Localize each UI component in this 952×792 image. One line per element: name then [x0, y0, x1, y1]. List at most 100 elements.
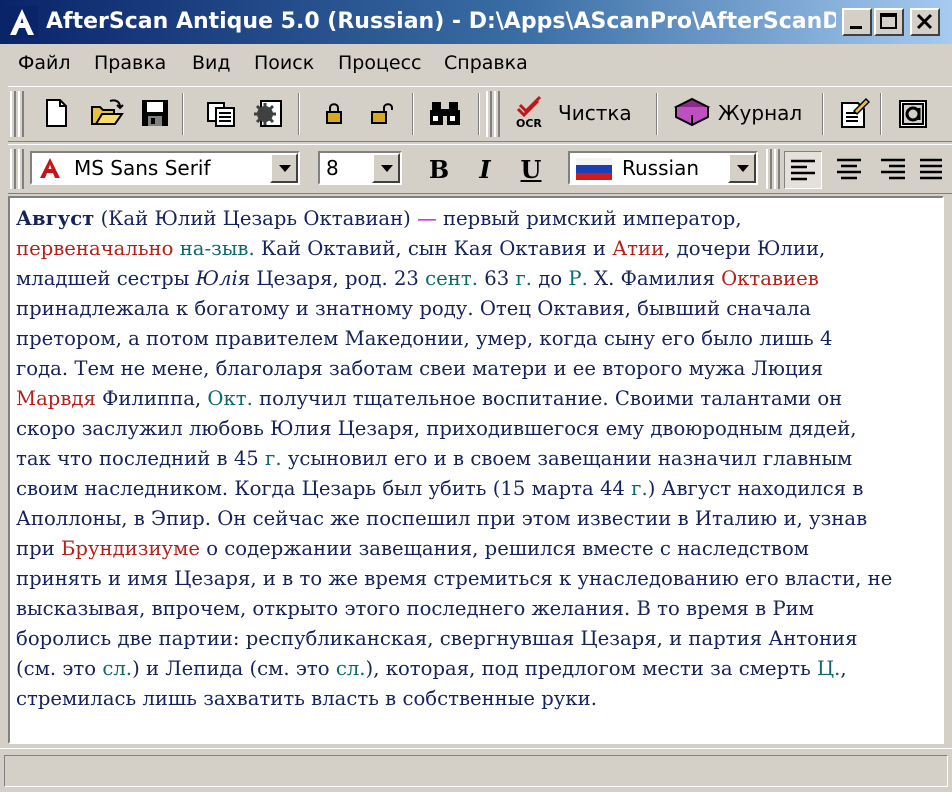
- text-line[interactable]: Марвдя Филиппа, Окт. получил тщательное …: [16, 384, 936, 414]
- text-segment: первеначально: [16, 237, 174, 260]
- text-line[interactable]: года. Тем не мене, благоларя заботам све…: [16, 354, 936, 384]
- app-window: AfterScan Antique 5.0 (Russian) - D:\App…: [0, 0, 952, 792]
- settings-button[interactable]: [246, 91, 290, 135]
- text-line[interactable]: скоро заслужил любовь Юлия Цезаря, прихо…: [16, 414, 936, 444]
- close-button[interactable]: [910, 8, 940, 36]
- toolbar-grip[interactable]: [486, 91, 492, 137]
- clean-button[interactable]: OCR Чистка: [510, 91, 650, 135]
- lock-button[interactable]: [312, 91, 356, 135]
- toolbar-grip[interactable]: [494, 91, 500, 137]
- spell-check-button[interactable]: [890, 91, 934, 135]
- font-size-select[interactable]: 8: [318, 151, 402, 185]
- close-icon: [916, 13, 933, 30]
- underline-button[interactable]: U: [512, 151, 550, 189]
- text-segment: 63: [477, 267, 516, 290]
- toolbar-grip[interactable]: [18, 149, 24, 189]
- text-segment: стремилась лишь захватить власть в собст…: [16, 687, 597, 710]
- align-right-button[interactable]: [874, 151, 912, 189]
- text-line[interactable]: стремилась лишь захватить власть в собст…: [16, 684, 936, 714]
- text-line[interactable]: претором, а потом правителем Македонии, …: [16, 324, 936, 354]
- open-button[interactable]: [84, 91, 128, 135]
- menu-search[interactable]: Поиск: [254, 50, 314, 76]
- text-line[interactable]: (см. это сл.) и Лепида (см. это сл.), ко…: [16, 654, 936, 684]
- copy-pages-icon: [207, 102, 235, 127]
- new-file-button[interactable]: [34, 91, 78, 135]
- minimize-icon: [850, 26, 862, 29]
- text-line[interactable]: принять и имя Цезаря, и в то же время ст…: [16, 564, 936, 594]
- text-segment: ,: [840, 657, 847, 680]
- font-a-icon: [40, 158, 60, 178]
- justify-icon: [920, 158, 942, 180]
- text-segment: до: [532, 267, 569, 290]
- text-segment: г.: [631, 477, 648, 500]
- toolbar-separator: [880, 93, 882, 135]
- text-segment: боролись две партии: республиканская, св…: [16, 627, 858, 650]
- status-panel: [4, 755, 948, 787]
- text-segment: ) Август находился в: [647, 477, 864, 500]
- font-size-dropdown[interactable]: [372, 153, 400, 183]
- title-bar[interactable]: AfterScan Antique 5.0 (Russian) - D:\App…: [0, 0, 952, 44]
- menu-view[interactable]: Вид: [192, 50, 231, 76]
- text-line[interactable]: младшей сестры Юлія Цезаря, род. 23 сент…: [16, 264, 936, 294]
- align-left-button[interactable]: [784, 151, 822, 189]
- align-center-icon: [837, 158, 861, 180]
- language-dropdown[interactable]: [728, 153, 756, 183]
- italic-button[interactable]: I: [466, 151, 504, 189]
- text-line[interactable]: так что последний в 45 г. усыновил его и…: [16, 444, 936, 474]
- bold-button[interactable]: B: [420, 151, 458, 189]
- toolbar-grip[interactable]: [18, 91, 24, 137]
- lock-open-icon: [371, 103, 393, 124]
- text-segment: так что последний в 45: [16, 447, 266, 470]
- language-value: Russian: [622, 156, 700, 180]
- status-bar: [0, 748, 952, 792]
- align-center-button[interactable]: [830, 151, 868, 189]
- font-name-select[interactable]: MS Sans Serif: [30, 151, 300, 185]
- toolbar-grip[interactable]: [774, 149, 780, 189]
- unlock-button[interactable]: [360, 91, 404, 135]
- settings-gear-icon: [254, 100, 282, 127]
- text-segment: принадлежала к богатому и знатному роду.…: [16, 297, 811, 320]
- font-name-dropdown[interactable]: [270, 153, 298, 183]
- text-line[interactable]: высказывая, впрочем, открыто этого после…: [16, 594, 936, 624]
- toolbar-separator: [412, 93, 414, 135]
- toolbar-separator: [822, 93, 824, 135]
- document-editor[interactable]: Август (Кай Юлий Цезарь Октавиан) — перв…: [8, 196, 944, 744]
- text-line[interactable]: Аполлоны, в Эпир. Он сейчас же поспешил …: [16, 504, 936, 534]
- menu-process[interactable]: Процесс: [338, 50, 422, 76]
- toolbar-grip[interactable]: [766, 149, 772, 189]
- toolbar-separator: [656, 93, 658, 135]
- app-icon: [6, 6, 38, 38]
- toolbar-grip[interactable]: [10, 91, 16, 137]
- menu-help[interactable]: Справка: [444, 50, 528, 76]
- maximize-button[interactable]: [874, 8, 904, 36]
- minimize-button[interactable]: [842, 8, 872, 36]
- document-text[interactable]: Август (Кай Юлий Цезарь Октавиан) — перв…: [16, 204, 936, 714]
- text-line[interactable]: своим наследником. Когда Цезарь был убит…: [16, 474, 936, 504]
- menu-file[interactable]: Файл: [18, 50, 71, 76]
- open-folder-icon: [91, 99, 124, 125]
- text-segment: младшей сестры: [16, 267, 196, 290]
- text-segment: получил тщательное воспитание. Своими та…: [252, 387, 843, 410]
- text-line[interactable]: принадлежала к богатому и знатному роду.…: [16, 294, 936, 324]
- text-segment: Октавиев: [721, 267, 819, 290]
- journal-button[interactable]: Журнал: [666, 91, 816, 135]
- save-button[interactable]: [132, 91, 176, 135]
- window-title: AfterScan Antique 5.0 (Russian) - D:\App…: [46, 9, 836, 34]
- menu-edit[interactable]: Правка: [94, 50, 166, 76]
- text-line[interactable]: боролись две партии: республиканская, св…: [16, 624, 936, 654]
- find-button[interactable]: [422, 91, 466, 135]
- copy-pages-button[interactable]: [198, 91, 242, 135]
- text-segment: (см. это: [16, 657, 103, 680]
- edit-page-button[interactable]: [830, 91, 874, 135]
- justify-button[interactable]: [918, 151, 942, 189]
- language-select[interactable]: Russian: [568, 151, 758, 185]
- text-line[interactable]: при Брундизиуме о содержании завещания, …: [16, 534, 936, 564]
- text-line[interactable]: Август (Кай Юлий Цезарь Октавиан) — перв…: [16, 204, 936, 234]
- text-segment: Атии: [612, 237, 665, 260]
- binoculars-icon: [430, 102, 460, 125]
- text-segment: года. Тем не мене, благоларя заботам све…: [16, 357, 824, 380]
- format-toolbar: MS Sans Serif 8 B I U Russian: [8, 144, 952, 194]
- text-line[interactable]: первеначально на-зыв. Кай Октавий, сын К…: [16, 234, 936, 264]
- text-segment: сл.: [102, 657, 133, 680]
- toolbar-grip[interactable]: [10, 149, 16, 189]
